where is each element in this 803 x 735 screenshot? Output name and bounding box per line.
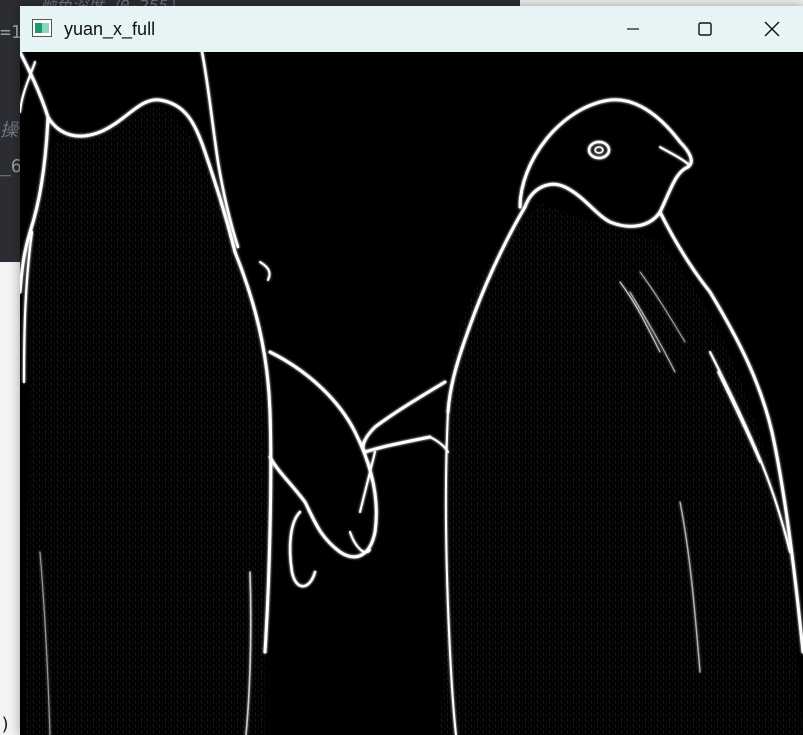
close-icon: [764, 21, 779, 37]
bg-code-fragment: _6: [0, 156, 22, 177]
minimize-icon: [627, 28, 639, 30]
bg-code-fragment: =1: [0, 22, 22, 43]
window-title: yuan_x_full: [64, 19, 156, 39]
maximize-icon: [698, 22, 712, 36]
close-button[interactable]: [740, 6, 803, 52]
window-app-icon: [32, 19, 52, 37]
edge-detected-penguins-image: [20, 52, 803, 735]
image-window: yuan_x_full: [20, 6, 803, 735]
window-titlebar[interactable]: yuan_x_full: [20, 6, 803, 52]
bg-code-fragment: 操: [0, 120, 18, 141]
minimize-button[interactable]: [598, 6, 668, 52]
maximize-button[interactable]: [670, 6, 740, 52]
image-canvas[interactable]: [20, 52, 803, 735]
background-editor-gutter: [0, 262, 20, 735]
bg-code-fragment: ): [0, 714, 11, 735]
